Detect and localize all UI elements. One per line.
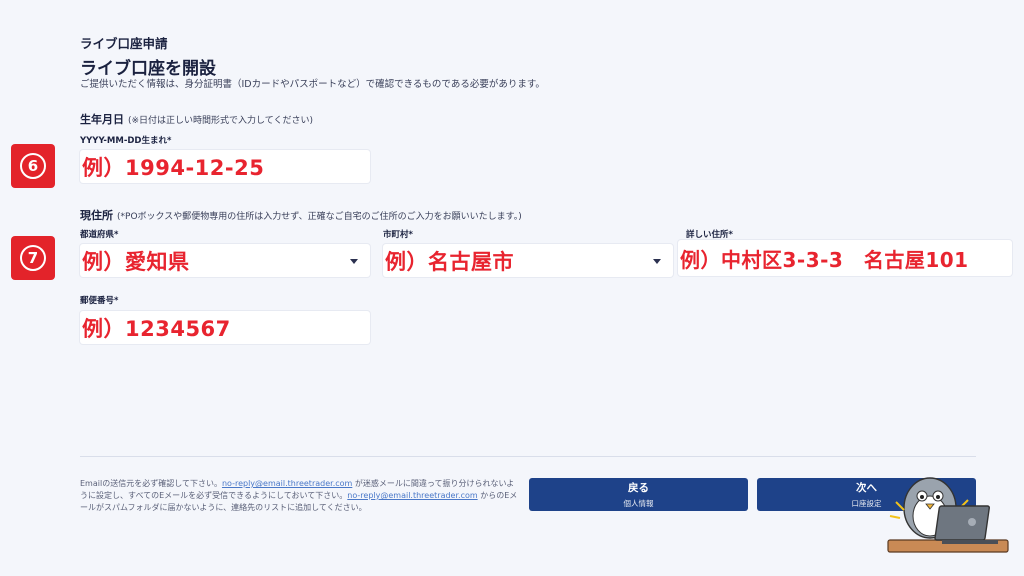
chevron-down-icon — [350, 258, 358, 264]
breadcrumb: ライブ口座申請 — [80, 36, 168, 51]
step-number-7: 7 — [20, 245, 46, 271]
email-link-1[interactable]: no-reply@email.threetrader.com — [222, 479, 352, 488]
address-detail-input[interactable]: 例）中村区3-3-3 名古屋101 — [678, 240, 1012, 276]
email-link-2[interactable]: no-reply@email.threetrader.com — [347, 491, 477, 500]
footer-divider — [80, 456, 976, 457]
birthdate-section-title: 生年月日 — [80, 113, 124, 126]
back-button-sublabel: 個人情報 — [623, 499, 654, 508]
address-section-note: (*POボックスや郵便物専用の住所は入力せず、正確なご自宅のご住所のご入力をお願… — [117, 212, 522, 222]
back-button[interactable]: 戻る 個人情報 — [529, 478, 748, 511]
email-notice-text-1: Emailの送信元を必ず確認して下さい。 — [80, 479, 222, 488]
prefecture-label: 都道府県* — [80, 230, 119, 240]
email-notice: Emailの送信元を必ず確認して下さい。no-reply@email.three… — [80, 478, 520, 514]
prefecture-value: 例）愛知県 — [82, 249, 190, 274]
prefecture-select[interactable]: 例）愛知県 — [80, 244, 370, 277]
postal-code-input[interactable]: 例）1234567 — [80, 311, 370, 344]
city-select[interactable]: 例）名古屋市 — [383, 244, 673, 277]
next-button-label: 次へ — [856, 482, 877, 494]
page-description: ご提供いただく情報は、身分証明書（IDカードやパスポートなど）で確認できるもので… — [80, 79, 545, 90]
address-section-label: 現住所 (*POボックスや郵便物専用の住所は入力せず、正確なご自宅のご住所のご入力… — [80, 207, 522, 223]
address-detail-value: 例）中村区3-3-3 名古屋101 — [680, 247, 969, 272]
step-badge-6: 6 — [11, 144, 55, 188]
birthdate-section-label: 生年月日 (※日付は正しい時間形式で入力してください) — [80, 111, 313, 127]
birthdate-field-label: YYYY-MM-DD生まれ* — [80, 136, 172, 146]
city-label: 市町村* — [383, 230, 413, 240]
birthdate-section-note: (※日付は正しい時間形式で入力してください) — [128, 116, 314, 126]
penguin-laptop-icon — [887, 477, 1009, 553]
postal-code-value: 例）1234567 — [82, 316, 231, 341]
birthdate-value: 例）1994-12-25 — [82, 155, 265, 180]
city-value: 例）名古屋市 — [385, 249, 514, 274]
step-number-6: 6 — [20, 153, 46, 179]
address-section-title: 現住所 — [80, 209, 113, 222]
chevron-down-icon — [653, 258, 661, 264]
back-button-label: 戻る — [628, 482, 649, 494]
birthdate-input[interactable]: 例）1994-12-25 — [80, 150, 370, 183]
postal-code-label: 郵便番号* — [80, 296, 119, 306]
step-badge-7: 7 — [11, 236, 55, 280]
next-button-sublabel: 口座設定 — [851, 499, 882, 508]
address-detail-label: 詳しい住所* — [686, 230, 733, 240]
